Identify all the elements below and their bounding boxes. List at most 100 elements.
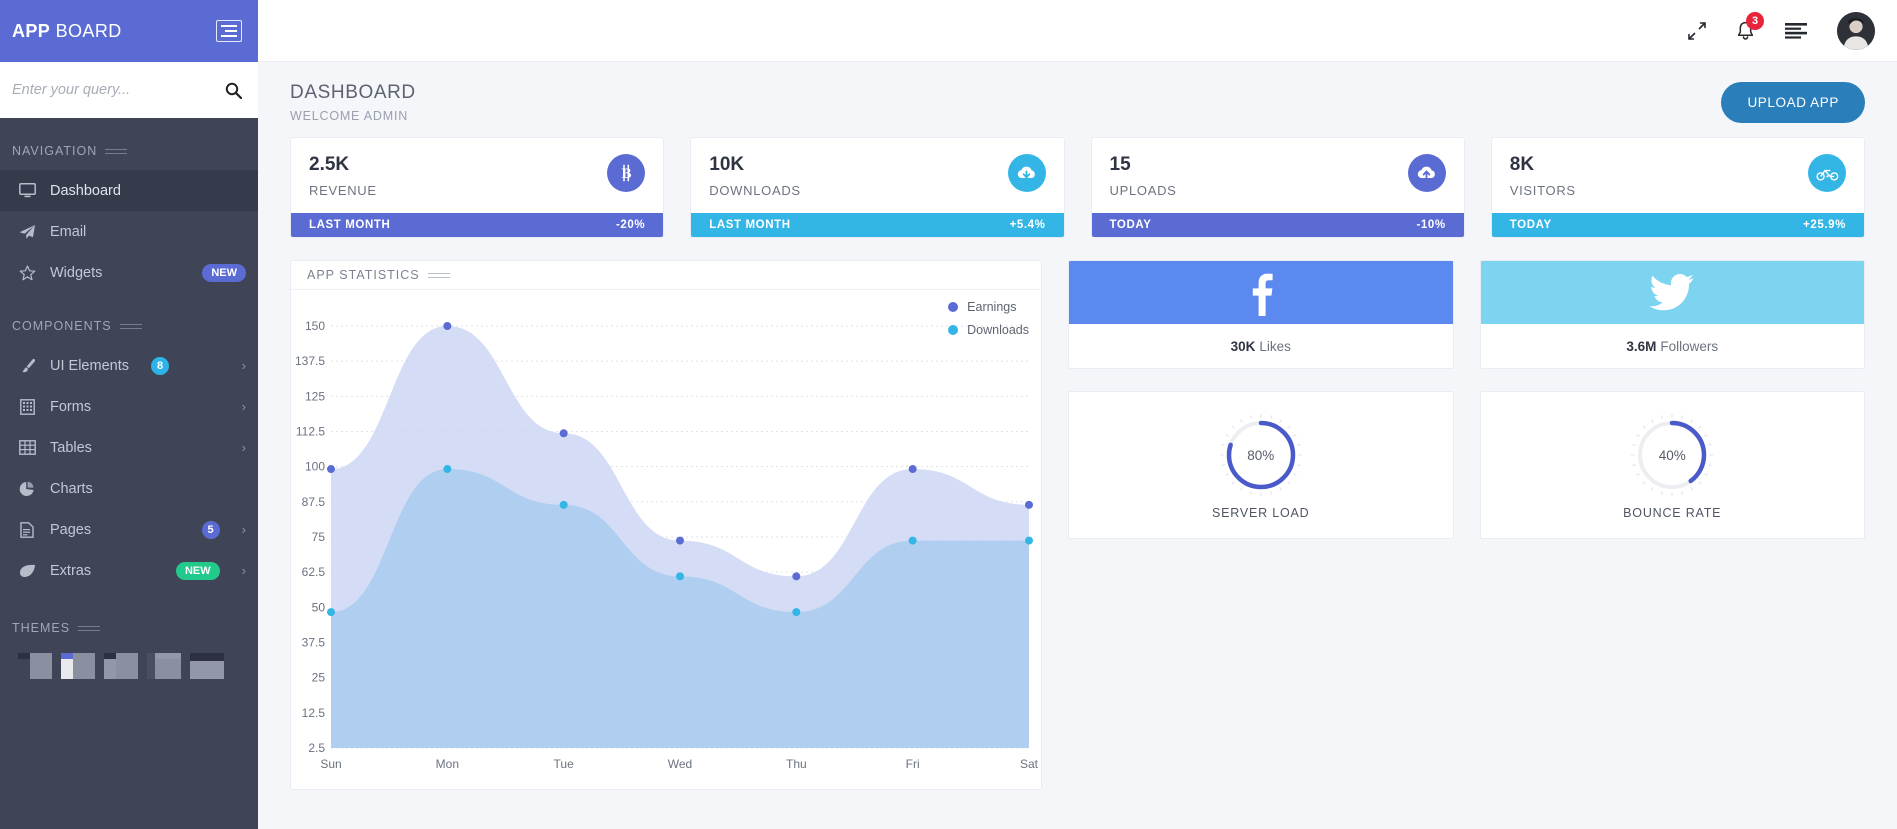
- file-icon: [18, 521, 36, 538]
- social-card-facebook[interactable]: 30K Likes: [1068, 260, 1454, 369]
- chevron-right-icon: ›: [241, 563, 246, 578]
- theme-swatch-list: [0, 647, 258, 679]
- page-subtitle: WELCOME ADMIN: [290, 109, 409, 123]
- notification-count-badge: 3: [1746, 11, 1764, 30]
- kpi-card-uploads[interactable]: 15 UPLOADS TODAY -10%: [1090, 137, 1465, 238]
- svg-text:125: 125: [305, 389, 325, 403]
- sidebar-section-components: COMPONENTS: [0, 293, 258, 345]
- svg-text:87.5: 87.5: [302, 495, 326, 509]
- sidebar-item-ui-elements[interactable]: UI Elements 8 ›: [0, 345, 258, 386]
- gauge-bounce-rate: 40%: [1627, 410, 1717, 500]
- upload-app-button[interactable]: UPLOAD APP: [1721, 82, 1865, 123]
- chevron-right-icon: ›: [241, 399, 246, 414]
- topbar: 3: [258, 0, 1897, 62]
- main-area: 3 DASHBOARD WELCOME ADMIN UPLOAD APP 2.5…: [258, 0, 1897, 829]
- kpi-card-downloads[interactable]: 10K DOWNLOADS LAST MONTH +5.4%: [690, 137, 1065, 238]
- legend-item-downloads[interactable]: Downloads: [948, 323, 1029, 337]
- svg-text:112.5: 112.5: [296, 425, 325, 439]
- area-chart-svg[interactable]: 150 137.5 125 112.5 100 87.5 75 62.5 50 37.5 25 12.…: [291, 290, 1041, 784]
- svg-text:25: 25: [312, 671, 326, 685]
- brand-header: APP BOARD: [0, 0, 258, 62]
- page-title-group: DASHBOARD WELCOME ADMIN: [290, 82, 416, 123]
- kpi-footer: TODAY +25.9%: [1491, 213, 1864, 237]
- sidebar-item-email[interactable]: Email: [0, 211, 258, 252]
- sidebar: APP BOARD NAVIGATION: [0, 0, 258, 829]
- gauge-label: SERVER LOAD: [1212, 506, 1310, 520]
- sidebar-item-charts[interactable]: Charts: [0, 468, 258, 509]
- gauge-card-bounce-rate[interactable]: 40% BOUNCE RATE: [1479, 391, 1865, 539]
- theme-swatch-5[interactable]: [190, 653, 224, 679]
- sidebar-item-dashboard[interactable]: Dashboard: [0, 170, 258, 211]
- app-root: APP BOARD NAVIGATION: [0, 0, 1897, 829]
- sidebar-item-forms[interactable]: Forms ›: [0, 386, 258, 427]
- sidebar-section-label: NAVIGATION: [12, 144, 98, 158]
- pie-chart-icon: [18, 481, 36, 497]
- kpi-footer: LAST MONTH +5.4%: [691, 213, 1064, 237]
- chart-plot-area: 150 137.5 125 112.5 100 87.5 75 62.5 50 37.5 25 12.…: [291, 290, 1041, 789]
- sidebar-item-label: Tables: [50, 439, 92, 456]
- svg-text:Mon: Mon: [436, 757, 459, 771]
- gauge-row: 80% SERVER LOAD 40% BOUNCE RATE: [1068, 391, 1865, 539]
- sidebar-item-tables[interactable]: Tables ›: [0, 427, 258, 468]
- section-divider-icon: [105, 148, 128, 154]
- bell-icon[interactable]: 3: [1736, 11, 1764, 41]
- theme-swatch-1[interactable]: [18, 653, 52, 679]
- kpi-foot-value: -20%: [616, 219, 646, 231]
- svg-text:137.5: 137.5: [295, 354, 325, 368]
- leaf-icon: [18, 564, 36, 578]
- bicycle-icon: [1808, 154, 1846, 192]
- sidebar-item-widgets[interactable]: Widgets NEW: [0, 252, 258, 293]
- svg-text:37.5: 37.5: [302, 636, 326, 650]
- search-input[interactable]: [12, 82, 217, 98]
- search-icon[interactable]: [225, 82, 242, 99]
- form-icon: [18, 398, 36, 415]
- count-badge: 5: [201, 520, 220, 539]
- sidebar-item-label: Email: [50, 223, 87, 240]
- kpi-card-revenue[interactable]: 2.5K REVENUE B LAST MONTH -20%: [290, 137, 665, 238]
- avatar[interactable]: [1837, 11, 1875, 50]
- svg-text:150: 150: [305, 319, 325, 333]
- chevron-right-icon: ›: [241, 522, 246, 537]
- sidebar-item-pages[interactable]: Pages 5 ›: [0, 509, 258, 550]
- kpi-foot-value: +5.4%: [1009, 219, 1046, 231]
- dashboard-content: 2.5K REVENUE B LAST MONTH -20% 10K DOWNL…: [258, 137, 1897, 829]
- social-card-twitter[interactable]: 3.6M Followers: [1479, 260, 1865, 369]
- brand-name-light: BOARD: [50, 20, 122, 41]
- paper-plane-icon: [18, 224, 36, 240]
- brand-logo[interactable]: APP BOARD: [12, 21, 122, 42]
- legend-label: Earnings: [967, 300, 1017, 314]
- sidebar-item-label: Pages: [50, 521, 92, 538]
- theme-swatch-3[interactable]: [104, 653, 138, 679]
- svg-text:B: B: [621, 166, 631, 182]
- status-badge: NEW: [202, 263, 246, 282]
- theme-swatch-2[interactable]: [61, 653, 95, 679]
- legend-item-earnings[interactable]: Earnings: [948, 300, 1029, 314]
- status-badge: NEW: [175, 561, 220, 580]
- count-badge: 8: [150, 356, 170, 375]
- svg-text:Sat: Sat: [1020, 757, 1039, 771]
- kpi-footer: LAST MONTH -20%: [291, 213, 664, 237]
- legend-label: Downloads: [967, 323, 1029, 337]
- gauge-value: 40%: [1658, 447, 1686, 463]
- kpi-label: VISITORS: [1509, 183, 1576, 198]
- social-count-value: 30K: [1230, 338, 1256, 354]
- kpi-card-visitors[interactable]: 8K VISITORS TODAY +25.9%: [1490, 137, 1865, 238]
- svg-text:2.5: 2.5: [308, 741, 325, 755]
- expand-arrows-icon[interactable]: [1688, 21, 1706, 40]
- svg-text:62.5: 62.5: [302, 565, 326, 579]
- gauge-card-server-load[interactable]: 80% SERVER LOAD: [1068, 391, 1454, 539]
- theme-swatch-4[interactable]: [147, 653, 181, 679]
- right-column: 30K Likes 3.6M Followers 80% SERVER LOAD…: [1068, 260, 1865, 790]
- kpi-foot-label: TODAY: [1109, 219, 1152, 231]
- kpi-value: 2.5K: [309, 154, 350, 175]
- kpi-foot-value: -10%: [1416, 219, 1446, 231]
- sidebar-item-label: Extras: [50, 562, 92, 579]
- sidebar-item-extras[interactable]: Extras NEW ›: [0, 550, 258, 591]
- hamburger-icon[interactable]: [216, 20, 242, 42]
- list-lines-icon[interactable]: [1785, 22, 1807, 39]
- svg-text:50: 50: [312, 600, 326, 614]
- cloud-upload-icon: [1407, 154, 1446, 192]
- kpi-row: 2.5K REVENUE B LAST MONTH -20% 10K DOWNL…: [290, 137, 1865, 238]
- card-header: APP STATISTICS: [291, 261, 1041, 290]
- brush-icon: [18, 358, 36, 374]
